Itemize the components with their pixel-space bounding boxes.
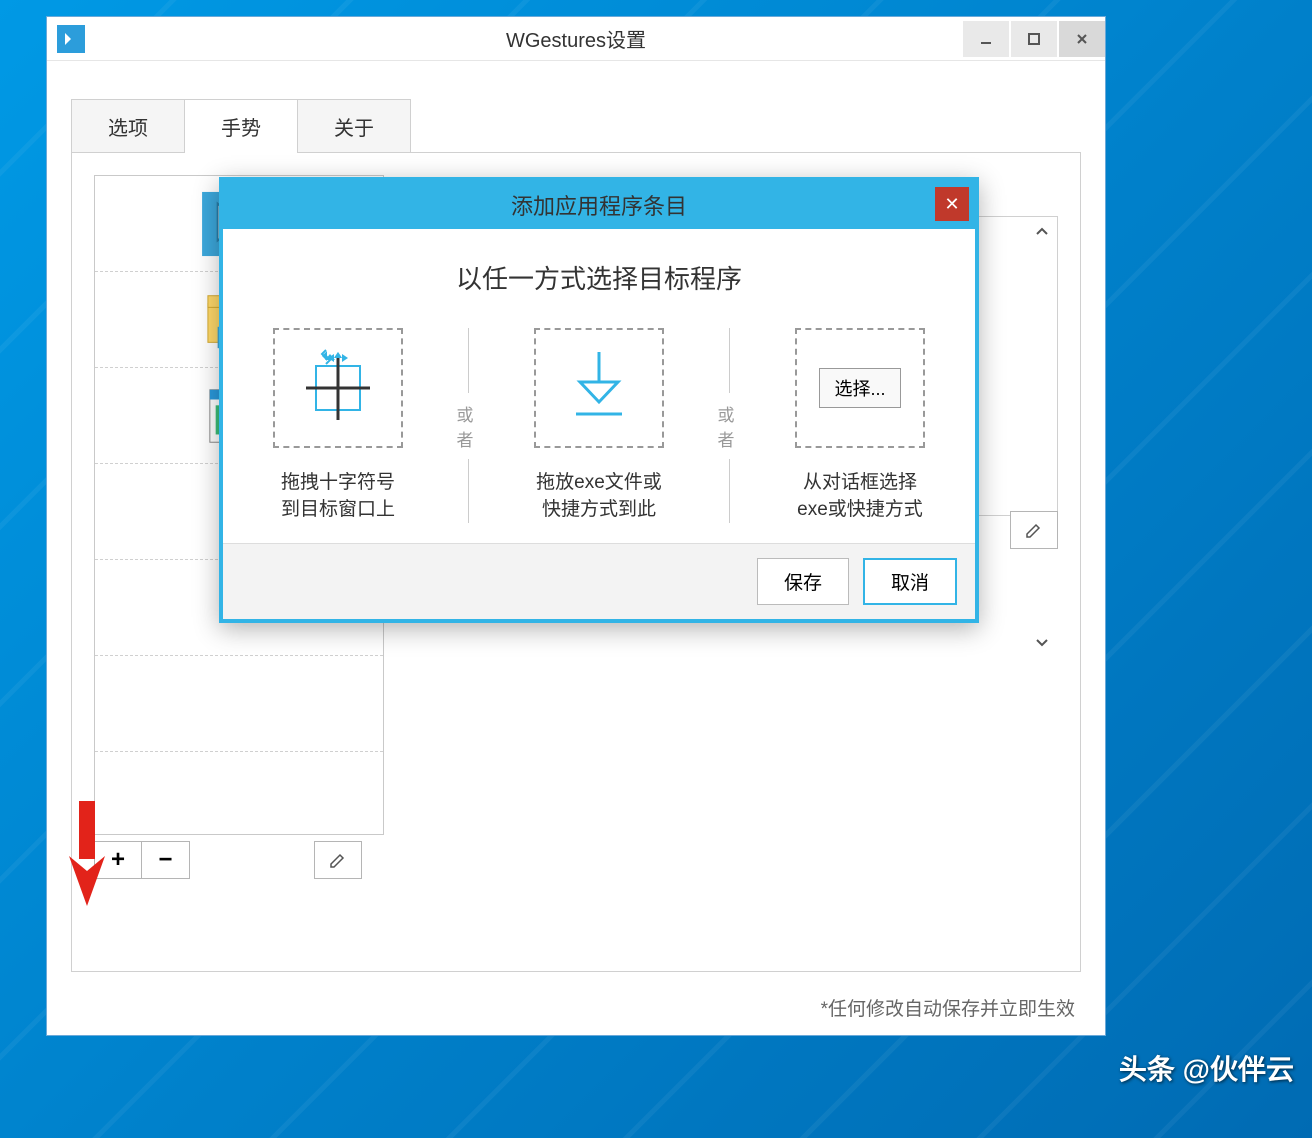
edit-app-button[interactable] xyxy=(314,841,362,879)
edit-gesture-button[interactable] xyxy=(1010,511,1058,549)
tab-about[interactable]: 关于 xyxy=(297,99,411,153)
settings-window: WGestures设置 选项 手势 关于 xyxy=(46,16,1106,1036)
footer-note: *任何修改自动保存并立即生效 xyxy=(821,994,1075,1021)
annotation-arrow-icon xyxy=(57,791,117,911)
method1-text: 拖拽十字符号 到目标窗口上 xyxy=(243,470,433,523)
scroll-up-button[interactable] xyxy=(1029,219,1055,245)
app-item-empty[interactable] xyxy=(95,656,383,752)
tab-gestures[interactable]: 手势 xyxy=(184,99,298,153)
remove-app-button[interactable]: − xyxy=(142,841,190,879)
save-button[interactable]: 保存 xyxy=(757,558,849,605)
divider: 或者 xyxy=(457,328,481,523)
method3-text: 从对话框选择 exe或快捷方式 xyxy=(765,470,955,523)
method-browse: 选择... 从对话框选择 exe或快捷方式 xyxy=(765,328,955,523)
watermark-text: 头条 @伙伴云 xyxy=(1119,1048,1294,1088)
cancel-button[interactable]: 取消 xyxy=(863,558,957,605)
titlebar: WGestures设置 xyxy=(47,17,1105,61)
dialog-heading: 以任一方式选择目标程序 xyxy=(243,259,955,296)
tab-options[interactable]: 选项 xyxy=(71,99,185,153)
method2-text: 拖放exe文件或 快捷方式到此 xyxy=(504,470,694,523)
dialog-title: 添加应用程序条目 xyxy=(511,189,687,221)
dialog-titlebar: 添加应用程序条目 ✕ xyxy=(223,181,975,229)
scroll-down-button[interactable] xyxy=(1029,629,1055,655)
browse-zone: 选择... xyxy=(795,328,925,448)
add-app-dialog: 添加应用程序条目 ✕ 以任一方式选择目标程序 xyxy=(219,177,979,623)
dialog-close-button[interactable]: ✕ xyxy=(935,187,969,221)
tab-bar: 选项 手势 关于 xyxy=(71,99,1081,153)
app-item-empty[interactable] xyxy=(95,752,383,835)
browse-button[interactable]: 选择... xyxy=(819,368,900,408)
method-drop-exe: 拖放exe文件或 快捷方式到此 xyxy=(504,328,694,523)
divider: 或者 xyxy=(718,328,742,523)
crosshair-drop-zone[interactable] xyxy=(273,328,403,448)
exe-drop-zone[interactable] xyxy=(534,328,664,448)
window-title: WGestures设置 xyxy=(47,24,1105,53)
method-drag-crosshair: 拖拽十字符号 到目标窗口上 xyxy=(243,328,433,523)
